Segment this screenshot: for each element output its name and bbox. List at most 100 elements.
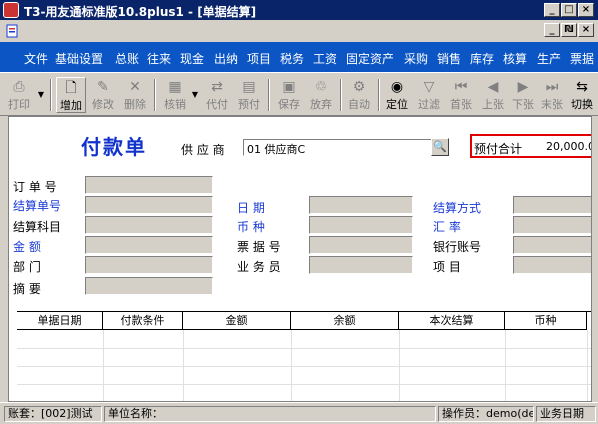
grid-col-line <box>587 330 588 401</box>
mdi-close-button[interactable]: × <box>578 23 594 37</box>
date-field[interactable] <box>309 196 413 214</box>
title-bar: T3-用友通标准版10.8plus1 - [单据结算] _ □ × <box>0 0 598 20</box>
column-header-bill-date[interactable]: 单据日期 <box>17 312 103 330</box>
print-dropdown-button[interactable]: ▼ <box>36 77 46 113</box>
menu-tax[interactable]: 税务 <box>280 50 304 67</box>
edit-icon: ✎ <box>97 79 109 95</box>
auto-button[interactable]: ⚙ 自动 <box>344 77 374 113</box>
search-icon: 🔍 <box>433 140 447 153</box>
minimize-button[interactable]: _ <box>544 3 560 17</box>
bill-number-field[interactable] <box>309 236 413 254</box>
grid-col-line <box>103 330 104 401</box>
add-icon: 🗋 <box>65 80 77 96</box>
prev-icon: ◀ <box>487 79 499 95</box>
settlement-method-field[interactable] <box>513 196 597 214</box>
switch-button[interactable]: ⇆ 切换 <box>568 77 596 113</box>
column-header-payment-terms[interactable]: 付款条件 <box>103 312 183 330</box>
switch-icon: ⇆ <box>576 79 588 95</box>
menu-accounting[interactable]: 核算 <box>503 50 527 67</box>
menu-cash[interactable]: 现金 <box>180 50 204 67</box>
column-header-amount[interactable]: 金额 <box>183 312 291 330</box>
first-icon: ⏮ <box>454 79 468 95</box>
prepaid-total-label: 预付合计 <box>474 142 523 156</box>
bank-account-label: 银行账号 <box>433 240 482 254</box>
menu-production[interactable]: 生产 <box>537 50 561 67</box>
date-label: 日 期 <box>237 201 265 215</box>
filter-button[interactable]: ▽ 过滤 <box>414 77 444 113</box>
menu-basic-settings[interactable]: 基础设置 <box>55 50 103 67</box>
menu-file[interactable]: 文件 <box>24 50 48 67</box>
project-field[interactable] <box>513 256 597 274</box>
toolbar-separator <box>154 79 156 111</box>
settlement-grid: 单据日期 付款条件 金额 余额 本次结算 币种 <box>17 311 597 401</box>
status-account: 账套：[002]测试 <box>4 406 102 422</box>
menu-receivables[interactable]: 往来 <box>147 50 171 67</box>
settlement-account-field[interactable] <box>85 216 213 234</box>
verify-dropdown-button[interactable]: ▼ <box>190 77 200 113</box>
bank-account-field[interactable] <box>513 236 597 254</box>
prev-record-button[interactable]: ◀ 上张 <box>478 77 508 113</box>
bill-number-label: 票 据 号 <box>237 240 281 254</box>
toolbar-separator <box>378 79 380 111</box>
grid-col-line <box>291 330 292 401</box>
locate-button[interactable]: ◉ 定位 <box>382 77 412 113</box>
supplier-label: 供 应 商 <box>181 143 225 157</box>
menu-project[interactable]: 项目 <box>247 50 271 67</box>
column-header-balance[interactable]: 余额 <box>291 312 399 330</box>
edit-button[interactable]: ✎ 修改 <box>88 77 118 113</box>
menu-payroll[interactable]: 工资 <box>313 50 337 67</box>
save-button[interactable]: ▣ 保存 <box>274 77 304 113</box>
settlement-number-field[interactable] <box>85 196 213 214</box>
first-record-button[interactable]: ⏮ 首张 <box>446 77 476 113</box>
form-title: 付款单 <box>81 135 147 159</box>
menu-purchase[interactable]: 采购 <box>404 50 428 67</box>
delete-icon: ✕ <box>129 79 141 95</box>
department-field[interactable] <box>85 256 213 274</box>
status-business-date: 业务日期 <box>536 406 596 422</box>
summary-field[interactable] <box>85 277 213 295</box>
exchange-rate-field[interactable] <box>513 216 597 234</box>
status-operator: 操作员：demo(de <box>438 406 534 422</box>
salesperson-field[interactable] <box>309 256 413 274</box>
locate-icon: ◉ <box>390 79 404 95</box>
last-record-button[interactable]: ⏭ 末张 <box>538 77 566 113</box>
amount-field[interactable] <box>85 236 213 254</box>
currency-field[interactable] <box>309 216 413 234</box>
next-record-button[interactable]: ▶ 下张 <box>508 77 538 113</box>
status-unit-name: 单位名称： <box>104 406 436 422</box>
verify-button[interactable]: ▦ 核销 <box>160 77 190 113</box>
settlement-method-label: 结算方式 <box>433 201 482 215</box>
amount-label: 金 额 <box>13 240 41 254</box>
supplier-lookup-button[interactable]: 🔍 <box>431 138 449 156</box>
vertical-scrollbar[interactable] <box>591 116 598 402</box>
proxy-pay-button[interactable]: ⇄ 代付 <box>202 77 232 113</box>
mdi-bar: _ ₪ × <box>0 20 598 42</box>
prepay-icon: ▤ <box>242 79 256 95</box>
add-button[interactable]: 🗋 增加 <box>56 77 86 113</box>
menu-bills[interactable]: 票据 <box>570 50 594 67</box>
menu-inventory[interactable]: 库存 <box>470 50 494 67</box>
menu-general-ledger[interactable]: 总账 <box>115 50 139 67</box>
column-header-currency[interactable]: 币种 <box>505 312 587 330</box>
maximize-button[interactable]: □ <box>561 3 577 17</box>
mdi-restore-button[interactable]: ₪ <box>561 23 577 37</box>
close-button[interactable]: × <box>578 3 594 17</box>
order-number-label: 订 单 号 <box>13 180 57 194</box>
column-header-current-settlement[interactable]: 本次结算 <box>399 312 505 330</box>
menu-fixed-assets[interactable]: 固定资产 <box>346 50 394 67</box>
window-title: T3-用友通标准版10.8plus1 - [单据结算] <box>24 5 257 19</box>
mdi-minimize-button[interactable]: _ <box>544 23 560 37</box>
print-button[interactable]: ⎙ 打印 <box>4 77 34 113</box>
verify-icon: ▦ <box>168 79 182 95</box>
delete-button[interactable]: ✕ 删除 <box>120 77 150 113</box>
project-label: 项 目 <box>433 260 461 274</box>
prepay-button[interactable]: ▤ 预付 <box>234 77 264 113</box>
menu-sales[interactable]: 销售 <box>437 50 461 67</box>
supplier-field[interactable]: 01 供应商C <box>243 139 439 156</box>
order-number-field[interactable] <box>85 176 213 194</box>
grid-row-line <box>17 384 597 385</box>
salesperson-label: 业 务 员 <box>237 260 281 274</box>
discard-button[interactable]: ♲ 放弃 <box>306 77 336 113</box>
menu-cashier[interactable]: 出纳 <box>214 50 238 67</box>
toolbar: ⎙ 打印 ▼ 🗋 增加 ✎ 修改 ✕ 删除 ▦ 核销 ▼ ⇄ 代付 ▤ 预付 ▣… <box>0 72 598 116</box>
